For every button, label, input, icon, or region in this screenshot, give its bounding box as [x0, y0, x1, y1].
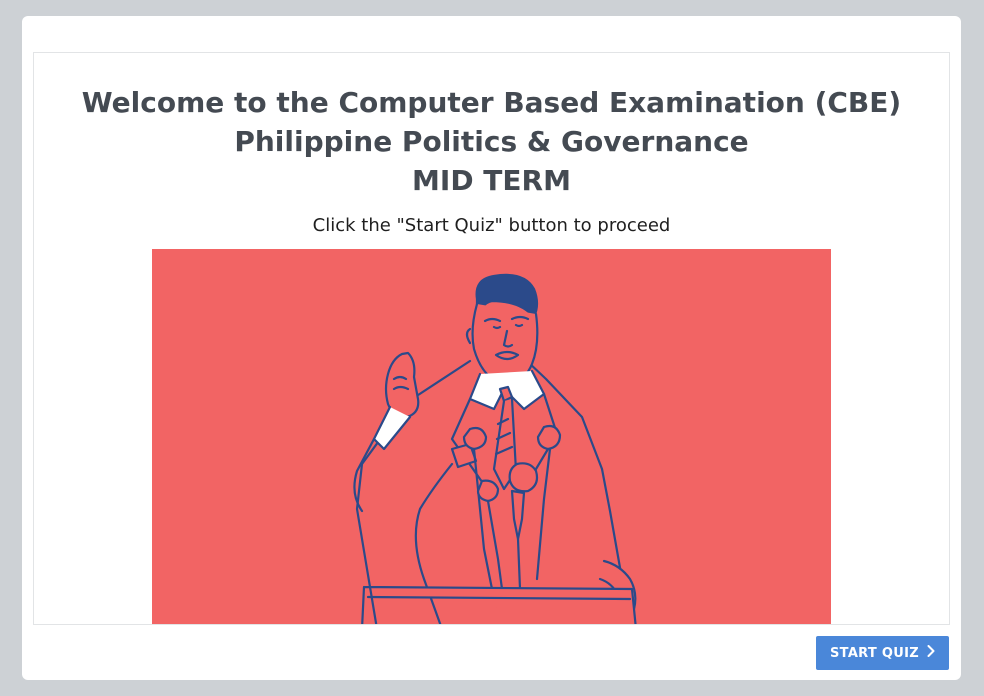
start-quiz-label: START QUIZ: [830, 645, 919, 661]
start-quiz-button[interactable]: START QUIZ: [816, 636, 949, 670]
quiz-card: Welcome to the Computer Based Examinatio…: [22, 16, 961, 680]
title-line-welcome: Welcome to the Computer Based Examinatio…: [81, 86, 902, 119]
page-title: Welcome to the Computer Based Examinatio…: [34, 83, 949, 200]
title-line-term: MID TERM: [412, 164, 571, 197]
instruction-text: Click the "Start Quiz" button to proceed: [312, 215, 671, 236]
politician-illustration: [152, 249, 831, 624]
title-line-subject: Philippine Politics & Governance: [234, 125, 749, 158]
welcome-panel: Welcome to the Computer Based Examinatio…: [33, 52, 950, 625]
chevron-right-icon: [927, 645, 935, 661]
